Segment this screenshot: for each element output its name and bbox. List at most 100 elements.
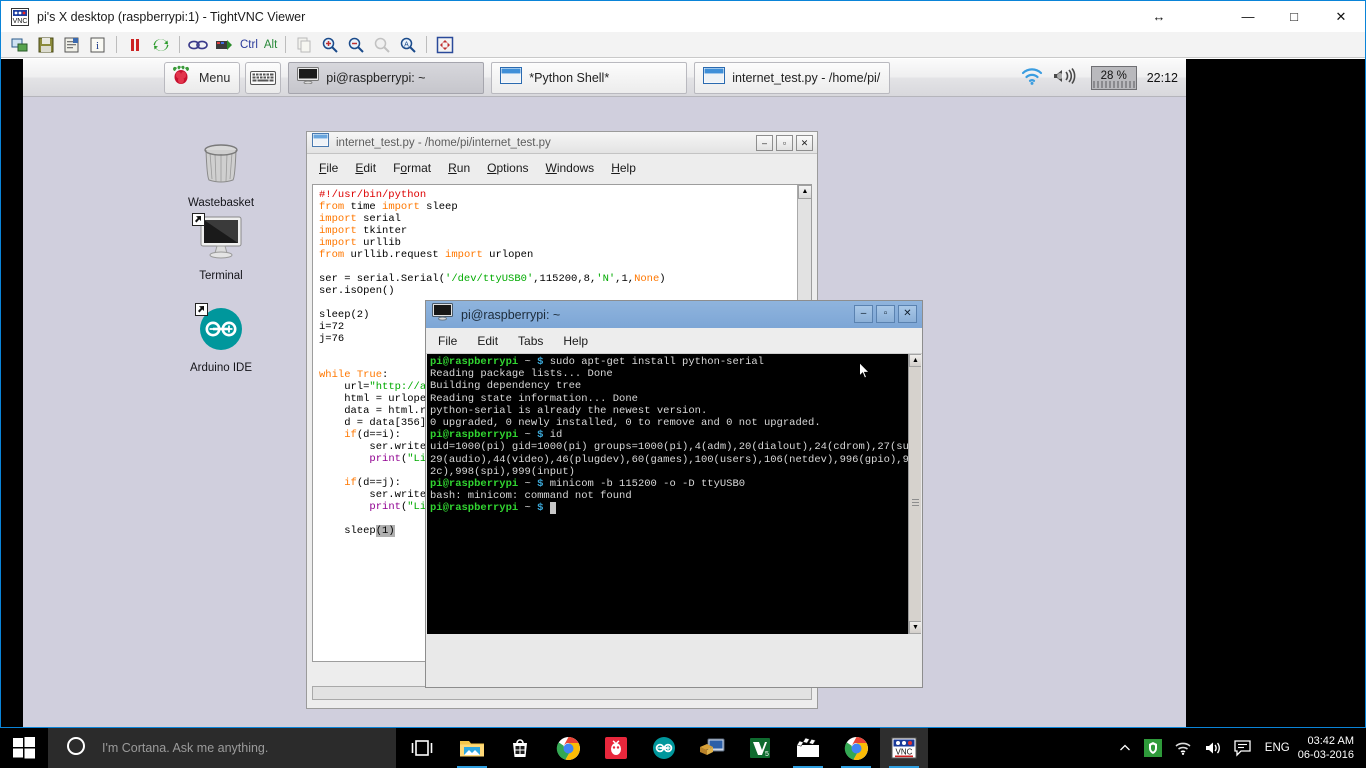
ctrl-key-button[interactable]: Ctrl bbox=[240, 39, 258, 51]
scroll-down-arrow-icon[interactable]: ▼ bbox=[909, 621, 921, 634]
terminal-menu-edit[interactable]: Edit bbox=[477, 334, 498, 348]
zoom-auto-icon[interactable]: A bbox=[397, 34, 419, 56]
idle-editor-horizontal-scrollbar[interactable] bbox=[312, 686, 812, 700]
panel-clock[interactable]: 22:12 bbox=[1147, 71, 1178, 85]
idle-menu-file[interactable]: File bbox=[319, 161, 338, 175]
terminal-menu-file[interactable]: File bbox=[438, 334, 457, 348]
terminal-minimize-button[interactable]: – bbox=[854, 305, 873, 323]
taskbar-app-vim[interactable]: 5 bbox=[736, 728, 784, 768]
idle-menu-windows[interactable]: Windows bbox=[546, 161, 595, 175]
save-session-icon[interactable] bbox=[35, 34, 57, 56]
network-wifi-icon[interactable] bbox=[1174, 740, 1192, 756]
tray-language-indicator[interactable]: ENG bbox=[1265, 742, 1290, 754]
idle-editor-window-controls: – ▫ ✕ bbox=[756, 135, 813, 151]
taskbar-app-putty[interactable] bbox=[688, 728, 736, 768]
terminal-window[interactable]: pi@raspberrypi: ~ – ▫ ✕ File Edit Tabs H… bbox=[425, 300, 923, 688]
idle-maximize-button[interactable]: ▫ bbox=[776, 135, 793, 151]
terminal-icon bbox=[297, 67, 319, 89]
vnc-maximize-button[interactable]: □ bbox=[1271, 1, 1317, 32]
desktop-icon-arduino[interactable]: Arduino IDE bbox=[171, 304, 271, 374]
pause-icon[interactable] bbox=[124, 34, 146, 56]
windows-taskbar: I'm Cortana. Ask me anything. bbox=[0, 728, 1366, 768]
speaker-icon[interactable] bbox=[1204, 740, 1222, 756]
scroll-up-arrow-icon[interactable]: ▲ bbox=[798, 185, 812, 199]
connection-options-icon[interactable] bbox=[61, 34, 83, 56]
tray-clock[interactable]: 03:42 AM 06-03-2016 bbox=[1298, 734, 1354, 762]
vnc-window-controls: — □ ✕ bbox=[1225, 1, 1365, 32]
taskbar-item-terminal[interactable]: pi@raspberrypi: ~ bbox=[288, 62, 484, 94]
idle-menu-help[interactable]: Help bbox=[611, 161, 636, 175]
connection-info-icon[interactable]: i bbox=[87, 34, 109, 56]
idle-editor-title: internet_test.py - /home/pi/internet_tes… bbox=[336, 137, 551, 149]
cortana-circle-icon bbox=[66, 736, 86, 761]
security-shield-icon[interactable] bbox=[1144, 739, 1162, 757]
pi-menu-button[interactable]: Menu bbox=[164, 62, 240, 94]
terminal-titlebar[interactable]: pi@raspberrypi: ~ – ▫ ✕ bbox=[426, 301, 922, 328]
send-key-icon[interactable] bbox=[213, 34, 235, 56]
terminal-close-button[interactable]: ✕ bbox=[898, 305, 917, 323]
scroll-up-arrow-icon[interactable]: ▲ bbox=[909, 354, 921, 367]
terminal-window-controls: – ▫ ✕ bbox=[854, 305, 917, 323]
taskbar-item-internet-test[interactable]: internet_test.py - /home/pi/... bbox=[694, 62, 890, 94]
taskbar-item-python-shell[interactable]: *Python Shell* bbox=[491, 62, 687, 94]
action-center-icon[interactable] bbox=[1234, 740, 1251, 757]
idle-menu-edit[interactable]: Edit bbox=[355, 161, 376, 175]
idle-menu-run[interactable]: Run bbox=[448, 161, 470, 175]
cpu-usage-monitor[interactable]: 28 % bbox=[1091, 66, 1137, 90]
cortana-placeholder: I'm Cortana. Ask me anything. bbox=[102, 741, 268, 755]
idle-close-button[interactable]: ✕ bbox=[796, 135, 813, 151]
taskbar-app-movie-maker[interactable] bbox=[784, 728, 832, 768]
cortana-search-box[interactable]: I'm Cortana. Ask me anything. bbox=[48, 728, 396, 768]
idle-editor-titlebar[interactable]: internet_test.py - /home/pi/internet_tes… bbox=[307, 132, 817, 154]
volume-icon[interactable] bbox=[1051, 66, 1079, 91]
refresh-icon[interactable] bbox=[150, 34, 172, 56]
taskbar-app-google-chrome-running[interactable] bbox=[832, 728, 880, 768]
taskbar-app-google-chrome[interactable] bbox=[544, 728, 592, 768]
windows-start-icon[interactable] bbox=[0, 728, 48, 768]
toolbar-separator-3 bbox=[285, 36, 286, 53]
terminal-menu-help[interactable]: Help bbox=[563, 334, 588, 348]
idle-menu-format[interactable]: Format bbox=[393, 161, 431, 175]
terminal-icon bbox=[432, 303, 453, 326]
vnc-remote-canvas[interactable]: Menu pi@rasp bbox=[1, 59, 1365, 727]
raspberry-pi-desktop[interactable]: Menu pi@rasp bbox=[23, 59, 1186, 727]
keyboard-icon[interactable] bbox=[245, 62, 281, 94]
vnc-minimize-button[interactable]: — bbox=[1225, 1, 1271, 32]
new-connection-icon[interactable] bbox=[9, 34, 31, 56]
vnc-resize-button[interactable]: ↔ bbox=[1139, 1, 1179, 32]
idle-minimize-button[interactable]: – bbox=[756, 135, 773, 151]
mouse-cursor-icon bbox=[859, 362, 871, 380]
task-view-icon[interactable] bbox=[396, 728, 448, 768]
vnc-viewer-window: VNC pi's X desktop (raspberrypi:1) - Tig… bbox=[0, 0, 1366, 728]
raspberry-icon bbox=[169, 63, 193, 92]
wifi-icon[interactable] bbox=[1019, 66, 1045, 91]
fullscreen-icon[interactable] bbox=[434, 34, 456, 56]
vnc-close-button[interactable]: ✕ bbox=[1317, 1, 1365, 32]
vnc-titlebar[interactable]: VNC pi's X desktop (raspberrypi:1) - Tig… bbox=[1, 1, 1365, 32]
idle-menu-options[interactable]: Options bbox=[487, 161, 528, 175]
taskbar-item-terminal-label: pi@raspberrypi: ~ bbox=[326, 71, 425, 85]
terminal-vertical-scrollbar[interactable]: ▲ ▼ bbox=[908, 354, 921, 634]
shortcut-arrow-badge bbox=[195, 303, 208, 321]
taskbar-app-arduino-ide[interactable] bbox=[640, 728, 688, 768]
terminal-output-area[interactable]: pi@raspberrypi ~ $ sudo apt-get install … bbox=[427, 354, 921, 634]
zoom-out-icon[interactable] bbox=[345, 34, 367, 56]
desktop-icon-terminal[interactable]: Terminal bbox=[171, 214, 271, 282]
scrollbar-grip[interactable] bbox=[912, 499, 919, 508]
taskbar-app-file-explorer[interactable] bbox=[448, 728, 496, 768]
send-ctrl-alt-del-icon[interactable] bbox=[187, 34, 209, 56]
terminal-maximize-button[interactable]: ▫ bbox=[876, 305, 895, 323]
pi-menu-label: Menu bbox=[199, 71, 230, 85]
zoom-in-icon[interactable] bbox=[319, 34, 341, 56]
taskbar-app-vnc-viewer[interactable]: VNC bbox=[880, 728, 928, 768]
vnc-window-title: pi's X desktop (raspberrypi:1) - TightVN… bbox=[37, 10, 305, 24]
taskbar-app-microsoft-store[interactable] bbox=[496, 728, 544, 768]
show-hidden-icons-chevron[interactable] bbox=[1118, 741, 1132, 755]
terminal-menubar: File Edit Tabs Help bbox=[426, 328, 922, 354]
terminal-text: pi@raspberrypi ~ $ sudo apt-get install … bbox=[430, 356, 921, 515]
alt-key-button[interactable]: Alt bbox=[264, 39, 277, 51]
taskbar-app-raspberry-imager[interactable] bbox=[592, 728, 640, 768]
desktop-icon-wastebasket[interactable]: Wastebasket bbox=[171, 137, 271, 209]
terminal-menu-tabs[interactable]: Tabs bbox=[518, 334, 543, 348]
vnc-logo-icon: VNC bbox=[11, 8, 29, 26]
